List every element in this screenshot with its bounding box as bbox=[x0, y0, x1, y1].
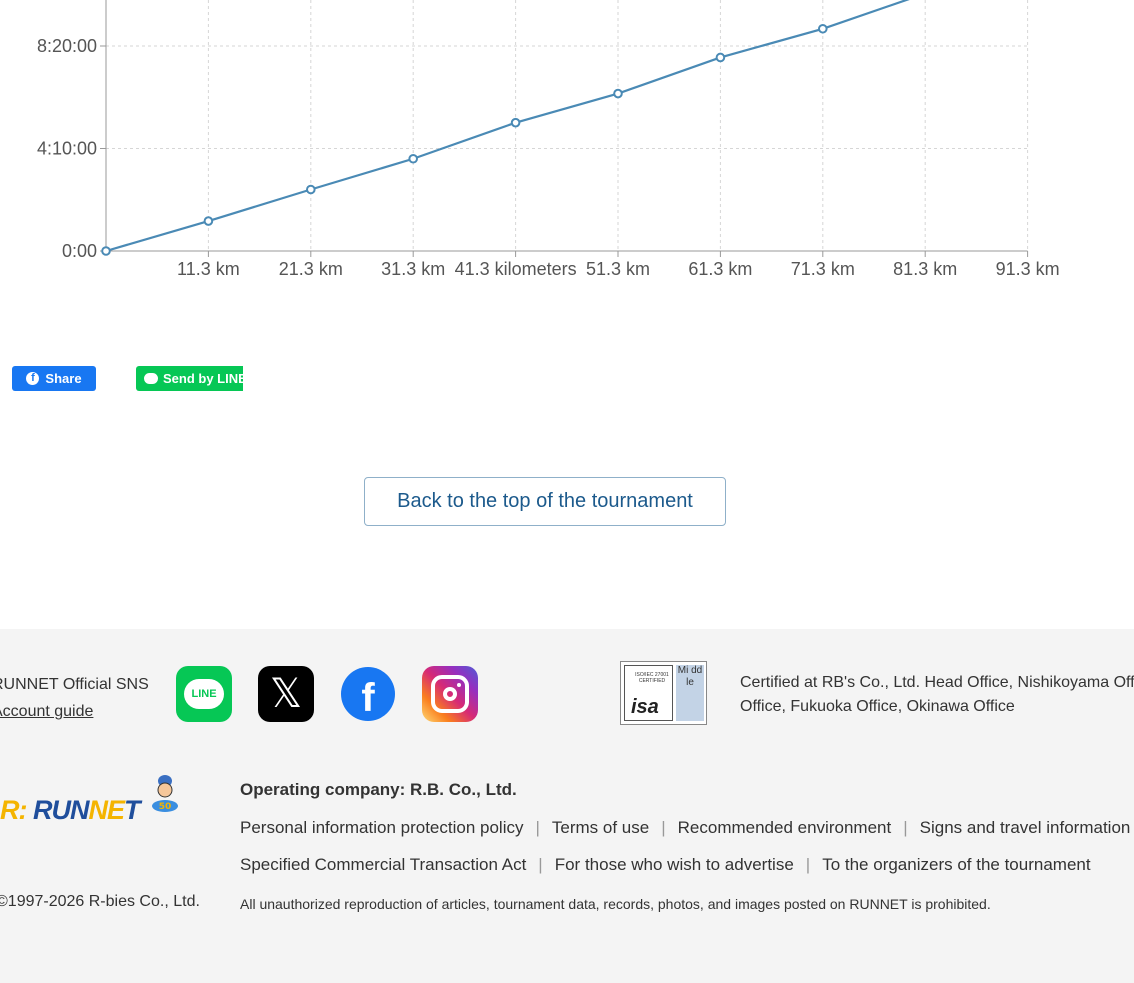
facebook-icon: f bbox=[341, 667, 395, 721]
line-icon: LINE bbox=[184, 679, 224, 709]
line-sns-link[interactable]: LINE bbox=[176, 666, 232, 722]
facebook-icon: f bbox=[26, 372, 40, 385]
account-guide-link[interactable]: Account guide bbox=[0, 698, 149, 725]
facebook-share-label: Share bbox=[45, 371, 82, 386]
series-line bbox=[105, 0, 910, 253]
line-bubble-icon bbox=[144, 373, 158, 384]
terms-of-use-link[interactable]: Terms of use bbox=[552, 818, 649, 837]
instagram-sns-link[interactable] bbox=[422, 666, 478, 722]
isa-cert-text: ISO/IEC 27001 CERTIFIED bbox=[635, 672, 669, 684]
x-tick-label: 41.3 kilometers bbox=[455, 259, 577, 279]
data-point bbox=[818, 23, 828, 34]
isms-certification-badge: ISO/IEC 27001 CERTIFIED isa Mi dd le bbox=[620, 661, 707, 725]
organizers-link[interactable]: To the organizers of the tournament bbox=[822, 855, 1090, 874]
recommended-environment-link[interactable]: Recommended environment bbox=[678, 818, 892, 837]
facebook-share-button[interactable]: f Share bbox=[12, 366, 96, 391]
back-to-tournament-top-button[interactable]: Back to the top of the tournament bbox=[364, 477, 726, 526]
logo-run: RUN bbox=[33, 795, 89, 825]
copyright: ©1997-2026 R-bies Co., Ltd. bbox=[0, 893, 200, 910]
site-footer: RUNNET Official SNS Account guide LINE 𝕏… bbox=[0, 629, 1134, 983]
sns-title: RUNNET Official SNS bbox=[0, 676, 149, 693]
certification-text: Certified at RB's Co., Ltd. Head Office,… bbox=[740, 671, 1134, 719]
footer-links-row-2: Specified Commercial Transaction Act | For… bbox=[240, 855, 1091, 874]
reproduction-notice: All unauthorized reproduction of article… bbox=[240, 896, 991, 912]
facebook-sns-link[interactable]: f bbox=[340, 666, 396, 722]
x-tick-label: 51.3 km bbox=[586, 259, 650, 279]
data-point bbox=[715, 52, 726, 63]
operating-company: Operating company: R.B. Co., Ltd. bbox=[240, 780, 517, 799]
x-tick-label: 71.3 km bbox=[791, 259, 855, 279]
advertise-link[interactable]: For those who wish to advertise bbox=[555, 855, 794, 874]
x-sns-link[interactable]: 𝕏 bbox=[258, 666, 314, 722]
data-point bbox=[408, 153, 419, 164]
cert-line-2: Office, Fukuoka Office, Okinawa Office bbox=[740, 698, 1015, 715]
svg-text:50: 50 bbox=[159, 802, 172, 812]
x-tick-label: 91.3 km bbox=[996, 259, 1060, 279]
y-tick-label: 0:00 bbox=[62, 241, 97, 261]
isa-side-label: Mi dd le bbox=[676, 665, 704, 721]
isa-mark: isa bbox=[631, 696, 659, 718]
chart-svg: 11.3 km 21.3 km 31.3 km 41.3 kilometers 51.3… bbox=[37, 0, 1060, 279]
line-send-button[interactable]: Send by LINE bbox=[136, 366, 243, 391]
x-tick-label: 21.3 km bbox=[279, 259, 343, 279]
data-point bbox=[510, 117, 521, 128]
isa-logo: ISO/IEC 27001 CERTIFIED isa bbox=[624, 665, 673, 721]
x-icon: 𝕏 bbox=[269, 671, 303, 717]
y-tick-label: 8:20:00 bbox=[37, 36, 97, 56]
signs-travel-link[interactable]: Signs and travel information bbox=[920, 818, 1131, 837]
logo-t: T bbox=[124, 795, 140, 825]
runnet-logo[interactable]: R: RUNNET 50 bbox=[0, 775, 194, 829]
cert-line-1: Certified at RB's Co., Ltd. Head Office,… bbox=[740, 674, 1134, 691]
data-point bbox=[203, 216, 214, 226]
footer-links-row-1: Personal information protection policy | T… bbox=[240, 818, 1131, 837]
logo-ne: NE bbox=[88, 795, 126, 825]
privacy-policy-link[interactable]: Personal information protection policy bbox=[240, 818, 523, 837]
mascot-icon: 50 bbox=[152, 775, 178, 812]
x-tick-label: 61.3 km bbox=[688, 259, 752, 279]
share-buttons: f Share Send by LINE bbox=[12, 366, 252, 391]
sns-label: RUNNET Official SNS Account guide bbox=[0, 671, 149, 725]
instagram-icon bbox=[431, 675, 469, 713]
x-tick-label: 31.3 km bbox=[381, 259, 445, 279]
x-tick-label: 81.3 km bbox=[893, 259, 957, 279]
data-point bbox=[613, 88, 623, 99]
line-send-label: Send by LINE bbox=[163, 371, 243, 386]
x-tick-label: 11.3 km bbox=[177, 259, 240, 279]
y-tick-label: 4:10:00 bbox=[37, 139, 97, 159]
split-time-chart: 11.3 km 21.3 km 31.3 km 41.3 kilometers 51.3… bbox=[0, 0, 1134, 300]
logo-r: R: bbox=[0, 795, 27, 825]
data-point bbox=[101, 246, 111, 256]
commercial-transaction-link[interactable]: Specified Commercial Transaction Act bbox=[240, 855, 526, 874]
data-point bbox=[306, 184, 316, 195]
